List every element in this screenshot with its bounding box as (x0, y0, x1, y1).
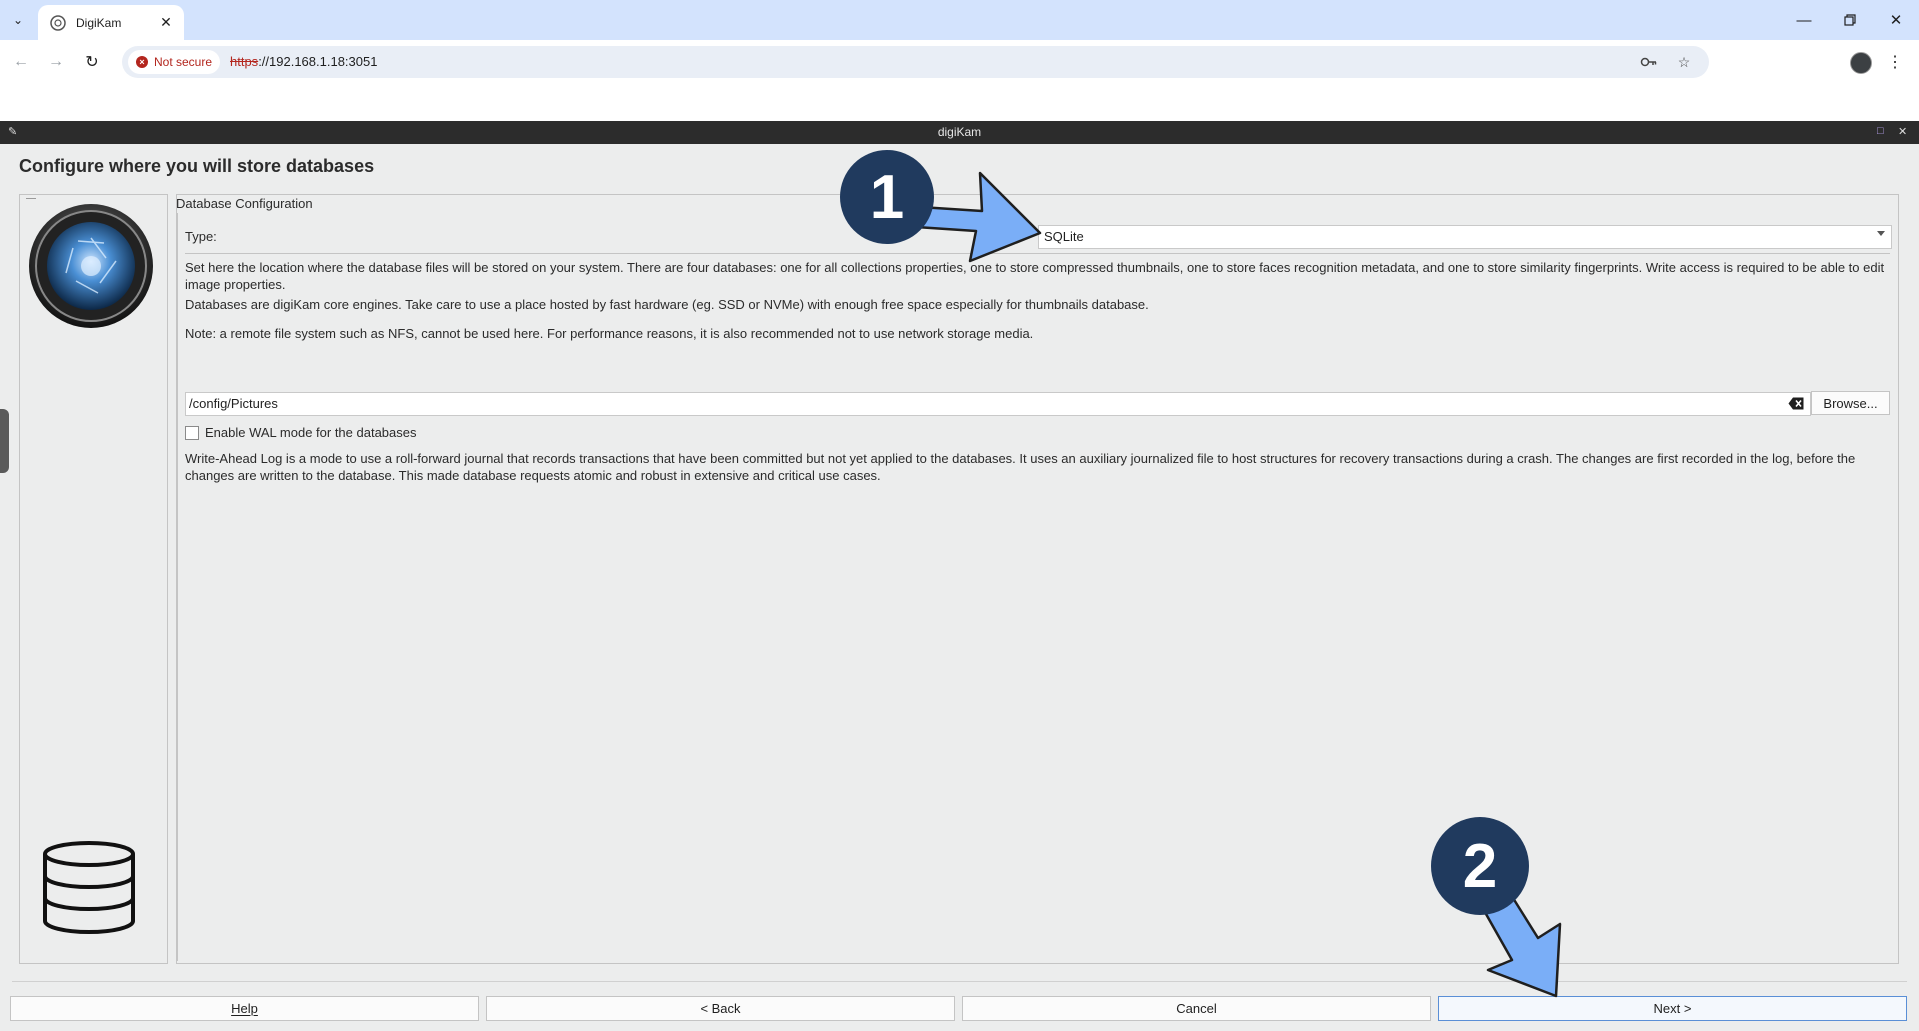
cancel-button-label: Cancel (1176, 1001, 1217, 1016)
digikam-lens-logo-icon (29, 204, 153, 328)
address-bar[interactable]: × Not secure https://192.168.1.18:3051 ☆ (122, 46, 1709, 78)
back-button-label: < Back (700, 1001, 741, 1016)
tab-search-chevron-icon[interactable]: ⌄ (6, 8, 30, 32)
footer-separator (12, 981, 1907, 982)
chevron-down-icon (1877, 231, 1885, 236)
side-drawer-handle[interactable] (0, 409, 9, 473)
browser-menu-icon[interactable]: ⋮ (1887, 50, 1903, 74)
browser-tab-digikam[interactable]: DigiKam ✕ (38, 5, 184, 40)
wal-label[interactable]: Enable WAL mode for the databases (205, 425, 417, 440)
clear-text-icon[interactable] (1788, 397, 1804, 410)
database-icon (43, 841, 135, 934)
tab-title: DigiKam (76, 15, 122, 30)
browser-tab-strip: ⌄ DigiKam ✕ — ✕ (0, 0, 1919, 40)
group-title: Database Configuration (176, 196, 313, 211)
window-close-icon[interactable]: ✕ (1873, 0, 1919, 40)
app-title-bar: ✎ digiKam □ ✕ (0, 121, 1919, 144)
group-left-rule (177, 213, 178, 961)
profile-avatar[interactable] (1850, 52, 1872, 74)
url-text[interactable]: https://192.168.1.18:3051 (230, 54, 377, 69)
remote-fs-note: Note: a remote file system such as NFS, … (185, 326, 1034, 341)
bookmark-star-icon[interactable]: ☆ (1674, 52, 1694, 72)
wal-description: Write-Ahead Log is a mode to use a roll-… (185, 451, 1856, 483)
next-button-label: Next > (1653, 1001, 1692, 1016)
security-chip[interactable]: × Not secure (128, 50, 221, 74)
wizard-side-panel (19, 194, 168, 964)
step-1-badge: 1 (840, 150, 934, 244)
app-maximize-icon[interactable]: □ (1877, 125, 1884, 137)
tab-close-icon[interactable]: ✕ (156, 13, 176, 33)
database-path-input[interactable] (189, 395, 1779, 412)
app-body: Configure where you will store databases (0, 144, 1919, 1031)
digikam-favicon-icon (50, 14, 66, 31)
help-button[interactable]: Help (10, 996, 479, 1021)
cancel-button[interactable]: Cancel (962, 996, 1431, 1021)
not-secure-icon: × (136, 56, 148, 68)
window-restore-icon[interactable] (1827, 0, 1873, 40)
database-type-select[interactable]: SQLite (1038, 225, 1892, 249)
type-label: Type: (185, 229, 217, 244)
help-button-label: Help (231, 1001, 258, 1016)
back-arrow-icon[interactable]: ← (9, 50, 33, 74)
database-path-field[interactable] (185, 392, 1811, 416)
password-key-icon[interactable] (1639, 52, 1659, 72)
database-configuration-group: Database Configuration Type: SQLite Set … (176, 194, 1899, 964)
app-window-title: digiKam (937, 125, 982, 139)
browser-toolbar: ← → ↻ × Not secure https://192.168.1.18:… (0, 40, 1919, 84)
security-label: Not secure (154, 55, 213, 69)
url-scheme: https (230, 54, 259, 69)
wal-option[interactable]: Enable WAL mode for the databases (185, 425, 417, 440)
back-button[interactable]: < Back (486, 996, 955, 1021)
window-minimize-icon[interactable]: — (1781, 0, 1827, 40)
side-panel-divider (26, 198, 36, 199)
page-title: Configure where you will store databases (19, 156, 375, 176)
hardware-note: Databases are digiKam core engines. Take… (185, 297, 1149, 312)
wal-checkbox[interactable] (185, 425, 199, 440)
step-2-badge: 2 (1431, 817, 1529, 915)
reload-icon[interactable]: ↻ (80, 50, 104, 74)
browse-button[interactable]: Browse... (1811, 391, 1890, 415)
app-close-icon[interactable]: ✕ (1898, 125, 1907, 138)
forward-arrow-icon[interactable]: → (44, 50, 68, 74)
url-host: ://192.168.1.18:3051 (258, 54, 378, 69)
